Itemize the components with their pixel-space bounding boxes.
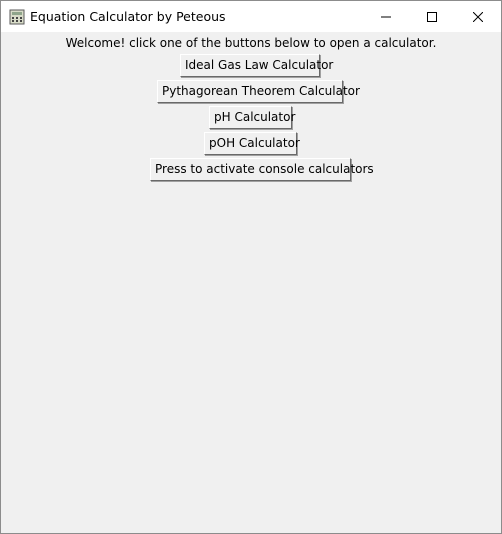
minimize-icon <box>381 16 391 17</box>
minimize-button[interactable] <box>363 1 409 32</box>
close-icon <box>473 11 483 22</box>
window-title: Equation Calculator by Peteous <box>30 9 226 24</box>
close-button[interactable] <box>455 1 501 32</box>
pythagorean-theorem-button[interactable]: Pythagorean Theorem Calculator <box>157 80 360 103</box>
welcome-label: Welcome! click one of the buttons below … <box>65 36 437 50</box>
poh-calculator-button[interactable]: pOH Calculator <box>204 132 300 155</box>
app-window: Equation Calculator by Peteous Welcome! … <box>0 0 502 534</box>
calculator-icon <box>9 9 25 25</box>
maximize-icon <box>427 11 437 22</box>
title-bar[interactable]: Equation Calculator by Peteous <box>1 1 501 32</box>
ideal-gas-law-button[interactable]: Ideal Gas Law Calculator <box>180 54 333 77</box>
ph-calculator-button[interactable]: pH Calculator <box>209 106 295 129</box>
main-content: Welcome! click one of the buttons below … <box>1 32 501 533</box>
maximize-button[interactable] <box>409 1 455 32</box>
console-calculators-button[interactable]: Press to activate console calculators <box>150 158 374 181</box>
